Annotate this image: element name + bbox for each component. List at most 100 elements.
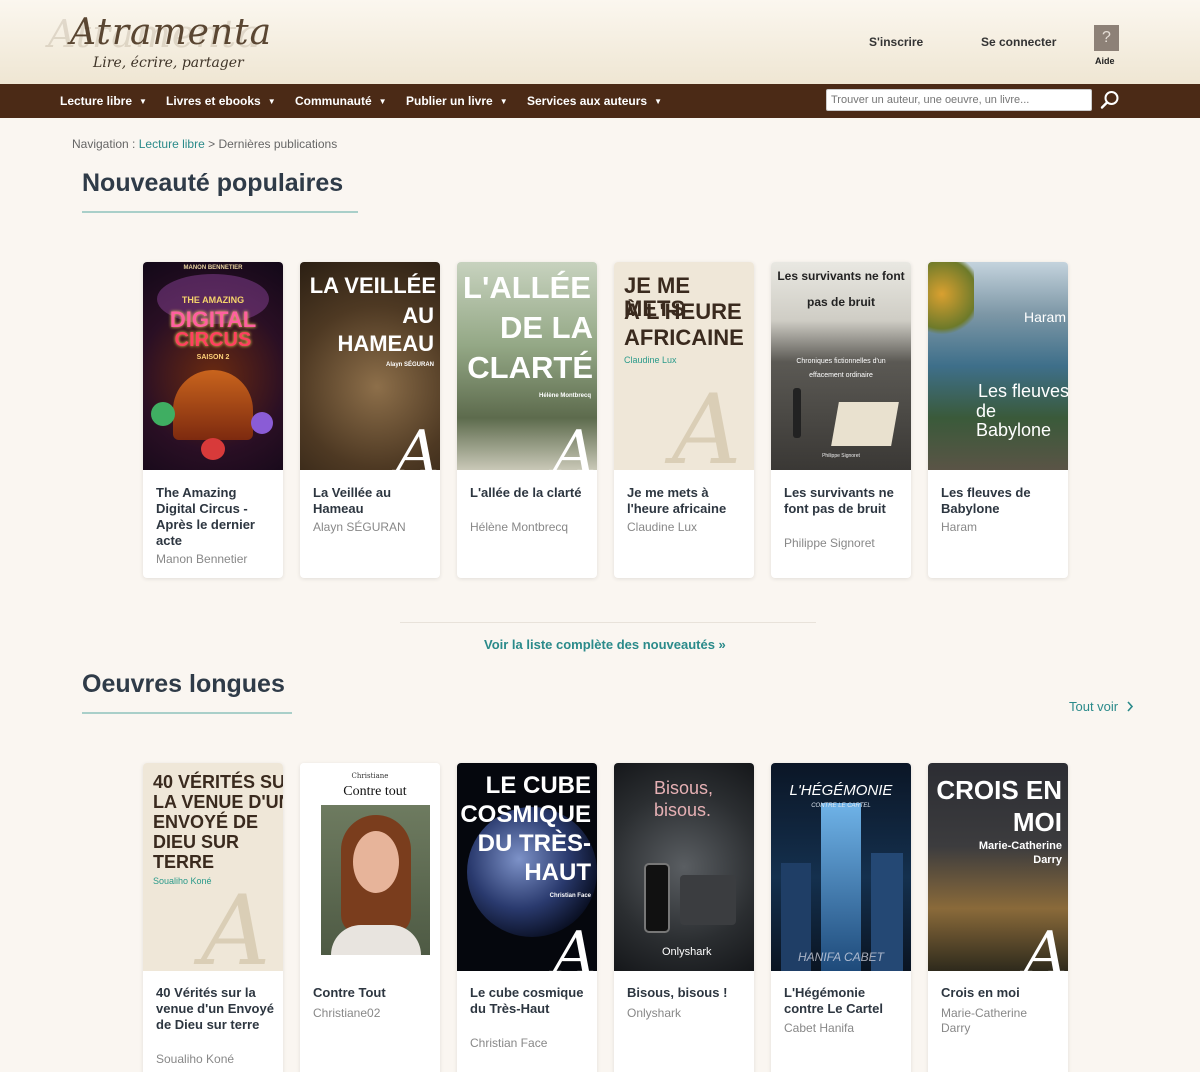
book-card[interactable]: 40 VÉRITÉS SUR LA VENUE D'UN ENVOYÉ DE D… xyxy=(143,763,283,1072)
site-logo[interactable]: Atramenta Atramenta Lire, écrire, partag… xyxy=(48,6,278,80)
breadcrumb-link[interactable]: Lecture libre xyxy=(139,137,205,151)
cover-subtitle-2: effacement ordinaire xyxy=(809,372,873,379)
book-cover[interactable]: L'ALLÉE DE LA CLARTÉ Hélène Montbrecq A xyxy=(457,262,597,470)
book-title[interactable]: Bisous, bisous ! xyxy=(627,985,745,1001)
atramenta-monogram: A xyxy=(1024,919,1068,971)
book-title[interactable]: L'allée de la clarté xyxy=(470,485,588,501)
book-cover[interactable]: JE ME METS À L'HEURE AFRICAINE Claudine … xyxy=(614,262,754,470)
book-card[interactable]: L'ALLÉE DE LA CLARTÉ Hélène Montbrecq A … xyxy=(457,262,597,578)
breadcrumb: Navigation : Lecture libre > Dernières p… xyxy=(72,137,337,151)
login-link[interactable]: Se connecter xyxy=(981,35,1056,49)
cover-title-3: HAMEAU xyxy=(337,331,434,356)
cover-title-2: bisous. xyxy=(654,800,712,820)
book-cover[interactable]: MANON BENNETIER THE AMAZING DIGITAL CIRC… xyxy=(143,262,283,470)
book-card[interactable]: Christiane Contre tout Contre Tout Chris… xyxy=(300,763,440,1072)
section-underline xyxy=(82,211,358,213)
book-author[interactable]: Onlyshark xyxy=(627,1006,745,1021)
book-card[interactable]: MANON BENNETIER THE AMAZING DIGITAL CIRC… xyxy=(143,262,283,578)
cover-author: Alayn SÉGURAN xyxy=(385,362,434,368)
book-cover[interactable]: 40 VÉRITÉS SUR LA VENUE D'UN ENVOYÉ DE D… xyxy=(143,763,283,971)
cover-author: HANIFA CABET xyxy=(797,950,884,964)
book-card[interactable]: LE CUBE COSMIQUE DU TRÈS- HAUT Christian… xyxy=(457,763,597,1072)
book-cover[interactable]: LA VEILLÉE AU HAMEAU Alayn SÉGURAN A xyxy=(300,262,440,470)
help-icon[interactable]: ? xyxy=(1094,25,1119,51)
cover-character xyxy=(201,438,225,460)
help-label[interactable]: Aide xyxy=(1095,56,1115,66)
book-author[interactable]: Claudine Lux xyxy=(627,520,745,535)
book-title[interactable]: La Veillée au Hameau xyxy=(313,485,431,517)
nav-item-communaute[interactable]: Communauté ▼ xyxy=(295,94,387,108)
book-card[interactable]: Bisous, bisous. Onlyshark Bisous, bisous… xyxy=(614,763,754,1072)
cover-phone xyxy=(644,863,670,933)
search-icon[interactable] xyxy=(1100,90,1120,110)
caret-down-icon: ▼ xyxy=(267,97,276,106)
cover-character xyxy=(151,402,175,426)
nav-label: Communauté xyxy=(295,94,372,108)
site-header: Atramenta Atramenta Lire, écrire, partag… xyxy=(0,0,1200,84)
book-cover[interactable]: Haram Les fleuves de Babylone xyxy=(928,262,1068,470)
book-card[interactable]: LA VEILLÉE AU HAMEAU Alayn SÉGURAN A La … xyxy=(300,262,440,578)
all-new-releases-link[interactable]: Voir la liste complète des nouveautés » xyxy=(484,637,726,652)
see-all-link[interactable]: Tout voir xyxy=(1069,699,1134,714)
book-title[interactable]: Crois en moi xyxy=(941,985,1059,1001)
cover-title-2: MOI xyxy=(1012,807,1062,837)
book-cover[interactable]: Les survivants ne font pas de bruit Chro… xyxy=(771,262,911,470)
book-cover[interactable]: L'HÉGÉMONIE CONTRE LE CARTEL HANIFA CABE… xyxy=(771,763,911,971)
book-card[interactable]: JE ME METS À L'HEURE AFRICAINE Claudine … xyxy=(614,262,754,578)
chevron-right-icon xyxy=(1127,701,1133,712)
book-author[interactable]: Hélène Montbrecq xyxy=(470,520,588,535)
book-cover[interactable]: CROIS EN MOI Marie-Catherine Darry A xyxy=(928,763,1068,971)
book-title[interactable]: Je me mets à l'heure africaine xyxy=(627,485,745,517)
book-author[interactable]: Cabet Hanifa xyxy=(784,1021,902,1036)
cover-device xyxy=(680,875,736,925)
book-title[interactable]: Le cube cosmique du Très-Haut xyxy=(470,985,588,1017)
nav-item-services[interactable]: Services aux auteurs ▼ xyxy=(527,94,662,108)
atramenta-monogram: A xyxy=(553,418,597,470)
cover-author: Christiane xyxy=(351,772,389,780)
cover-title-1: LE CUBE xyxy=(485,772,591,799)
book-title[interactable]: 40 Vérités sur la venue d'un Envoyé de D… xyxy=(156,985,274,1033)
book-card[interactable]: Les survivants ne font pas de bruit Chro… xyxy=(771,262,911,578)
book-cover[interactable]: Bisous, bisous. Onlyshark xyxy=(614,763,754,971)
book-card[interactable]: L'HÉGÉMONIE CONTRE LE CARTEL HANIFA CABE… xyxy=(771,763,911,1072)
nav-item-livres-ebooks[interactable]: Livres et ebooks ▼ xyxy=(166,94,276,108)
book-author[interactable]: Manon Bennetier xyxy=(156,552,274,567)
cover-character xyxy=(251,412,273,434)
book-author[interactable]: Soualiho Koné xyxy=(156,1052,274,1067)
cover-title-1: L'ALLÉE xyxy=(463,270,591,305)
search-input[interactable] xyxy=(826,89,1092,111)
book-author[interactable]: Alayn SÉGURAN xyxy=(313,520,431,535)
book-cover[interactable]: Christiane Contre tout xyxy=(300,763,440,971)
cover-title: Contre tout xyxy=(343,784,407,799)
book-author[interactable]: Christiane02 xyxy=(313,1006,431,1021)
cover-microphone xyxy=(793,388,801,438)
book-author[interactable]: Christian Face xyxy=(470,1036,588,1051)
book-title[interactable]: Les survivants ne font pas de bruit xyxy=(784,485,902,517)
nav-item-lecture-libre[interactable]: Lecture libre ▼ xyxy=(60,94,147,108)
breadcrumb-current: Dernières publications xyxy=(218,137,338,151)
book-cover[interactable]: LE CUBE COSMIQUE DU TRÈS- HAUT Christian… xyxy=(457,763,597,971)
book-author[interactable]: Haram xyxy=(941,520,1059,535)
book-title[interactable]: L'Hégémonie contre Le Cartel xyxy=(784,985,902,1017)
cover-notebook xyxy=(831,402,899,446)
signup-link[interactable]: S'inscrire xyxy=(869,35,923,49)
nav-item-publier[interactable]: Publier un livre ▼ xyxy=(406,94,508,108)
cover-foliage xyxy=(928,262,974,342)
cover-author: MANON BENNETIER xyxy=(183,265,243,271)
portrait-shirt xyxy=(331,925,421,955)
breadcrumb-separator: > xyxy=(208,137,216,151)
cover-title-1: 40 VÉRITÉS SUR xyxy=(153,772,283,792)
book-title[interactable]: Les fleuves de Babylone xyxy=(941,485,1059,517)
cover-title-1: Les fleuves xyxy=(978,381,1068,401)
cover-title-1: Bisous, xyxy=(654,778,714,798)
book-author[interactable]: Marie-Catherine Darry xyxy=(941,1006,1059,1036)
cover-title-2: CONTRE LE CARTEL xyxy=(811,803,871,809)
book-author[interactable]: Philippe Signoret xyxy=(784,536,902,551)
book-card[interactable]: Haram Les fleuves de Babylone Les fleuve… xyxy=(928,262,1068,578)
book-card[interactable]: CROIS EN MOI Marie-Catherine Darry A Cro… xyxy=(928,763,1068,1072)
cover-subtitle-1: Chroniques fictionnelles d'un xyxy=(796,358,886,365)
book-title[interactable]: Contre Tout xyxy=(313,985,431,1001)
cover-title-1: LA VEILLÉE xyxy=(309,273,436,298)
book-title[interactable]: The Amazing Digital Circus - Après le de… xyxy=(156,485,274,549)
cover-author: Christian Face xyxy=(549,893,591,899)
